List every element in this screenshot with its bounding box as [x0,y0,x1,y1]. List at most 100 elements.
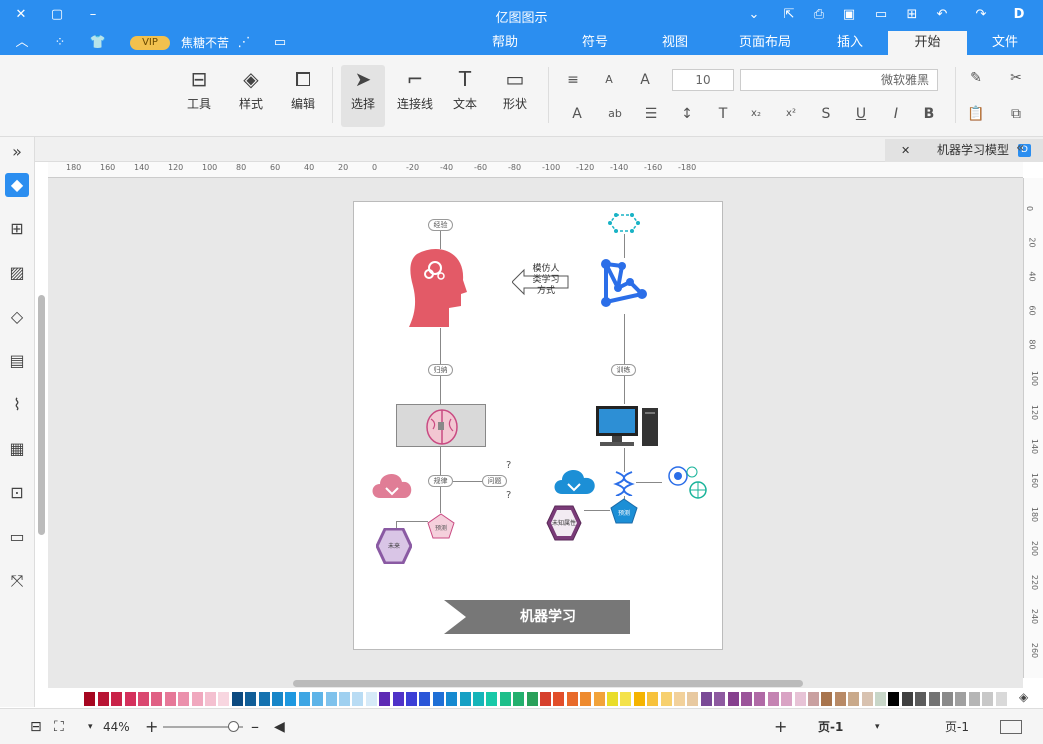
dna-icon[interactable] [612,470,636,496]
globe-icon[interactable] [662,464,708,500]
copy-icon[interactable]: ⧉ [1005,103,1027,125]
tools-button[interactable]: ⊟ 工具 [177,65,221,127]
cut-icon[interactable]: ✂ [1005,67,1027,89]
page-icon[interactable]: ▤ [5,349,29,373]
color-swatch[interactable] [901,692,913,706]
vertical-scrollbar[interactable] [38,295,45,535]
brain-box[interactable] [396,404,486,447]
color-swatch[interactable] [875,692,886,706]
color-swatch[interactable] [727,692,739,706]
cloud-download-icon[interactable] [552,464,598,496]
color-swatch[interactable] [218,692,230,706]
decrease-font-icon[interactable]: A [598,69,620,91]
color-swatch[interactable] [794,692,806,706]
align-icon[interactable]: ≡ [562,69,584,91]
fit-page-icon[interactable]: ⛶ [54,718,64,736]
font-color-icon[interactable]: A [566,103,588,125]
color-swatch[interactable] [942,692,953,706]
color-swatch[interactable] [955,692,967,706]
question-label[interactable]: 问题 [482,475,507,487]
color-swatch[interactable] [97,692,109,706]
network-icon[interactable] [608,212,640,234]
color-swatch[interactable] [754,692,766,706]
zoom-slider-thumb[interactable] [228,721,239,732]
underline-icon[interactable]: U [850,103,872,125]
color-swatch[interactable] [861,692,873,706]
color-swatch[interactable] [928,692,940,706]
style-button[interactable]: ◈ 样式 [229,65,273,127]
tab-view[interactable]: 视图 [640,31,710,55]
add-page-button[interactable]: + [774,718,787,736]
format-painter-icon[interactable]: ✎ [965,67,987,89]
page-tab[interactable]: 页-1 [945,718,969,736]
predict-pentagon-blue[interactable]: 预测 [610,498,638,524]
zoom-out-icon[interactable]: – [251,718,259,736]
font-size-select[interactable]: 10 [672,69,734,91]
color-swatch[interactable] [714,692,726,706]
chevron-down-icon[interactable]: ⌄ [745,6,763,24]
increase-font-icon[interactable]: A [634,69,656,91]
color-swatch[interactable] [406,692,417,706]
color-swatch[interactable] [540,692,551,706]
new-file-icon[interactable]: ⊞ [903,6,921,24]
color-swatch[interactable] [821,692,833,706]
crop-icon[interactable]: ⊡ [5,481,29,505]
save-icon[interactable]: ▣ [840,6,858,24]
list-icon[interactable]: ☰ [640,103,662,125]
algorithm-graph-icon[interactable] [600,258,648,310]
color-swatch[interactable] [553,692,565,706]
human-head-icon[interactable] [409,248,467,328]
play-icon[interactable]: ◀ [274,718,285,736]
maximize-icon[interactable]: ▢ [48,6,66,24]
tab-page-layout[interactable]: 页面布局 [720,31,810,55]
zoom-value[interactable]: 44% [103,718,130,736]
cloud-download-icon[interactable] [370,468,414,500]
export-icon[interactable]: ⇱ [780,6,798,24]
color-swatch[interactable] [486,692,498,706]
color-swatch[interactable] [84,692,96,706]
color-swatch[interactable] [593,692,605,706]
comment-icon[interactable]: ▭ [270,31,290,55]
color-swatch[interactable] [138,692,149,706]
collapse-ribbon-icon[interactable]: ︿ [12,31,32,55]
shape-button[interactable]: ▭ 形状 [493,65,537,127]
color-swatch[interactable] [419,692,431,706]
color-swatch[interactable] [365,692,377,706]
collapse-sidebar-icon[interactable]: » [5,140,29,164]
horizontal-scrollbar[interactable] [293,680,803,687]
close-icon[interactable]: ✕ [12,6,30,24]
fit-width-icon[interactable]: ⊟ [30,718,42,736]
color-swatch[interactable] [325,692,337,706]
color-swatch[interactable] [526,692,538,706]
color-swatch[interactable] [446,692,458,706]
color-swatch[interactable] [298,692,310,706]
experience-label[interactable]: 经验 [428,219,453,231]
color-swatch[interactable] [767,692,779,706]
fill-bucket-icon[interactable]: ◈ [1019,690,1028,704]
color-swatch[interactable] [245,692,257,706]
tab-file[interactable]: 文件 [967,31,1043,55]
pattern-label[interactable]: 规律 [428,475,453,487]
color-swatch[interactable] [848,692,860,706]
tab-symbol[interactable]: 符号 [560,31,630,55]
grid-icon[interactable]: ⊞ [5,217,29,241]
color-swatch[interactable] [566,692,578,706]
vip-badge[interactable]: VIP [130,36,170,50]
chart-icon[interactable]: ⌇ [5,393,29,417]
table-icon[interactable]: ▦ [5,437,29,461]
bold-icon[interactable]: B [918,103,940,125]
apps-icon[interactable]: ⁘ [50,31,70,55]
page-view-icon[interactable] [1000,720,1022,734]
color-swatch[interactable] [164,692,176,706]
color-swatch[interactable] [379,692,391,706]
color-swatch[interactable] [392,692,404,706]
page-selector[interactable]: 页-1 [818,718,843,736]
color-swatch[interactable] [633,692,645,706]
strikethrough-icon[interactable]: S [815,103,837,125]
connector-button[interactable]: ⌐ 连接线 [393,65,437,127]
predict-pentagon[interactable]: 预测 [427,513,455,539]
text-case-icon[interactable]: ab [604,103,626,125]
superscript-icon[interactable]: x² [780,103,802,125]
color-swatch[interactable] [111,692,123,706]
color-swatch[interactable] [808,692,819,706]
